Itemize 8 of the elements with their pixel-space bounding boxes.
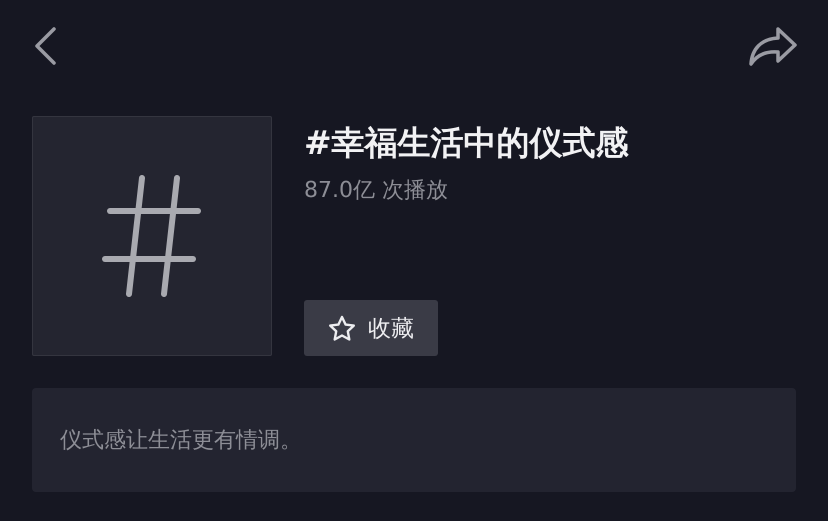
topic-description: 仪式感让生活更有情调。 xyxy=(60,427,302,455)
share-icon[interactable] xyxy=(748,25,798,67)
favorite-button[interactable]: 收藏 xyxy=(304,300,438,356)
hashtag-icon xyxy=(102,175,202,297)
topic-title: #幸福生活中的仪式感 xyxy=(304,122,629,164)
star-icon xyxy=(328,314,356,342)
back-icon[interactable] xyxy=(32,26,58,66)
play-count: 87.0亿 次播放 xyxy=(304,177,448,205)
